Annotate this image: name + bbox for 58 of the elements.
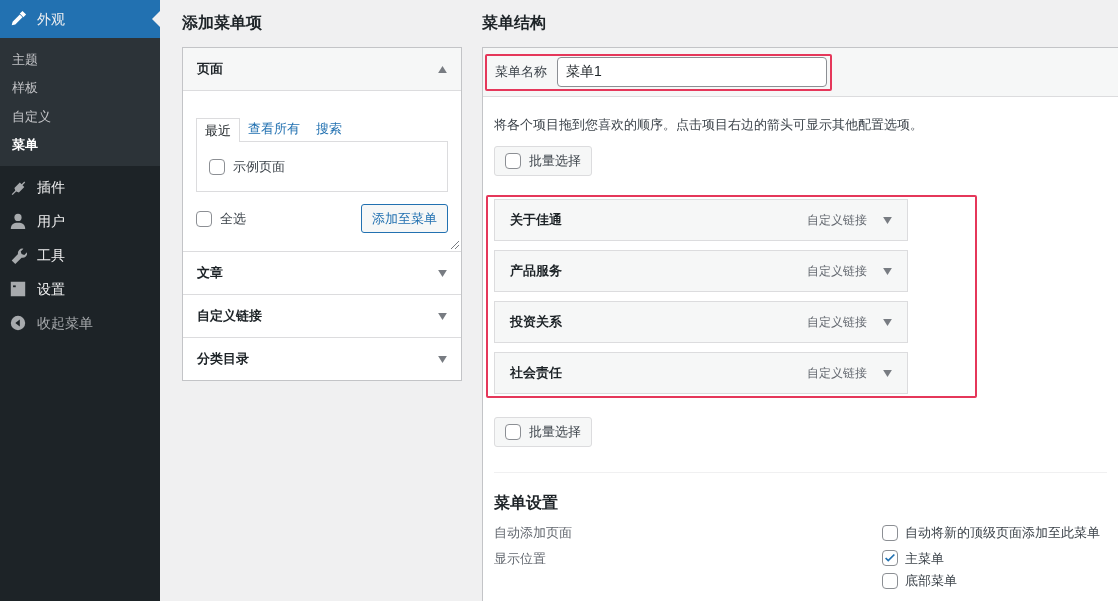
checkbox[interactable] bbox=[882, 572, 898, 589]
sidebar-item[interactable]: 工具 bbox=[0, 238, 160, 272]
expand-arrow-icon[interactable] bbox=[438, 312, 447, 320]
checkbox[interactable] bbox=[882, 550, 898, 567]
sidebar-item[interactable]: 收起菜单 bbox=[0, 306, 160, 340]
accordion-header[interactable]: 页面 bbox=[183, 48, 461, 91]
submenu-item[interactable]: 自定义 bbox=[0, 102, 160, 131]
collapse-arrow-icon[interactable] bbox=[438, 65, 447, 73]
sidebar-item[interactable]: 用户 bbox=[0, 204, 160, 238]
add-to-menu-button[interactable]: 添加至菜单 bbox=[361, 204, 448, 233]
section-title: 菜单结构 bbox=[482, 12, 547, 33]
item-type-label: 自定义链接 bbox=[807, 314, 867, 331]
checkbox[interactable] bbox=[505, 424, 521, 440]
menu-item[interactable]: 产品服务 自定义链接 bbox=[494, 250, 908, 292]
sidebar-item[interactable]: 外观 bbox=[0, 0, 160, 38]
submenu-item[interactable]: 主题 bbox=[0, 45, 160, 74]
checkbox-label: 全选 bbox=[220, 209, 246, 228]
item-type-label: 自定义链接 bbox=[807, 212, 867, 229]
checkbox-label: 主菜单 bbox=[905, 549, 944, 568]
checkbox-label: 示例页面 bbox=[233, 157, 285, 176]
checkbox-label: 底部菜单 bbox=[905, 572, 957, 590]
checkbox[interactable] bbox=[882, 524, 898, 541]
section-title: 添加菜单项 bbox=[182, 12, 263, 33]
current-pointer-icon bbox=[152, 11, 160, 27]
collapse-icon[interactable] bbox=[9, 314, 27, 332]
tab[interactable]: 搜索 bbox=[308, 117, 350, 141]
setting-label: 自动添加页面 bbox=[494, 524, 573, 542]
checkbox-label: 自动将新的顶级页面添加至此菜单 bbox=[905, 524, 1100, 542]
expand-arrow-icon[interactable] bbox=[883, 216, 892, 224]
expand-arrow-icon[interactable] bbox=[883, 369, 892, 377]
wrench-icon[interactable] bbox=[9, 246, 27, 264]
menu-item[interactable]: 关于佳通 自定义链接 bbox=[494, 199, 908, 241]
instruction-text: 将各个项目拖到您喜欢的顺序。点击项目右边的箭头可显示其他配置选项。 bbox=[494, 116, 924, 134]
resize-handle-icon[interactable] bbox=[451, 241, 459, 249]
expand-arrow-icon[interactable] bbox=[883, 318, 892, 326]
checkbox[interactable] bbox=[505, 153, 521, 169]
sidebar-item[interactable]: 设置 bbox=[0, 272, 160, 306]
menu-item[interactable]: 社会责任 自定义链接 bbox=[494, 352, 908, 394]
menu-name-field[interactable]: 菜单1 bbox=[557, 57, 827, 87]
settings-title: 菜单设置 bbox=[494, 493, 559, 513]
bulk-select-button[interactable]: 批量选择 bbox=[494, 146, 592, 176]
item-type-label: 自定义链接 bbox=[807, 263, 867, 280]
checkbox[interactable] bbox=[196, 210, 212, 227]
expand-arrow-icon[interactable] bbox=[883, 267, 892, 275]
submenu-item[interactable]: 菜单 bbox=[0, 130, 160, 159]
item-type-label: 自定义链接 bbox=[807, 365, 867, 382]
submenu-item[interactable]: 样板 bbox=[0, 73, 160, 102]
expand-arrow-icon[interactable] bbox=[438, 269, 447, 277]
expand-arrow-icon[interactable] bbox=[438, 355, 447, 363]
user-icon[interactable] bbox=[9, 212, 27, 230]
tab[interactable]: 查看所有 bbox=[240, 117, 308, 141]
checkbox[interactable] bbox=[209, 158, 225, 175]
field-label: 菜单名称 bbox=[495, 63, 547, 82]
setting-label: 显示位置 bbox=[494, 549, 547, 568]
bulk-select-button[interactable]: 批量选择 bbox=[494, 417, 592, 447]
tab[interactable]: 最近 bbox=[196, 118, 240, 142]
menu-item[interactable]: 投资关系 自定义链接 bbox=[494, 301, 908, 343]
sidebar-item[interactable]: 插件 bbox=[0, 170, 160, 204]
